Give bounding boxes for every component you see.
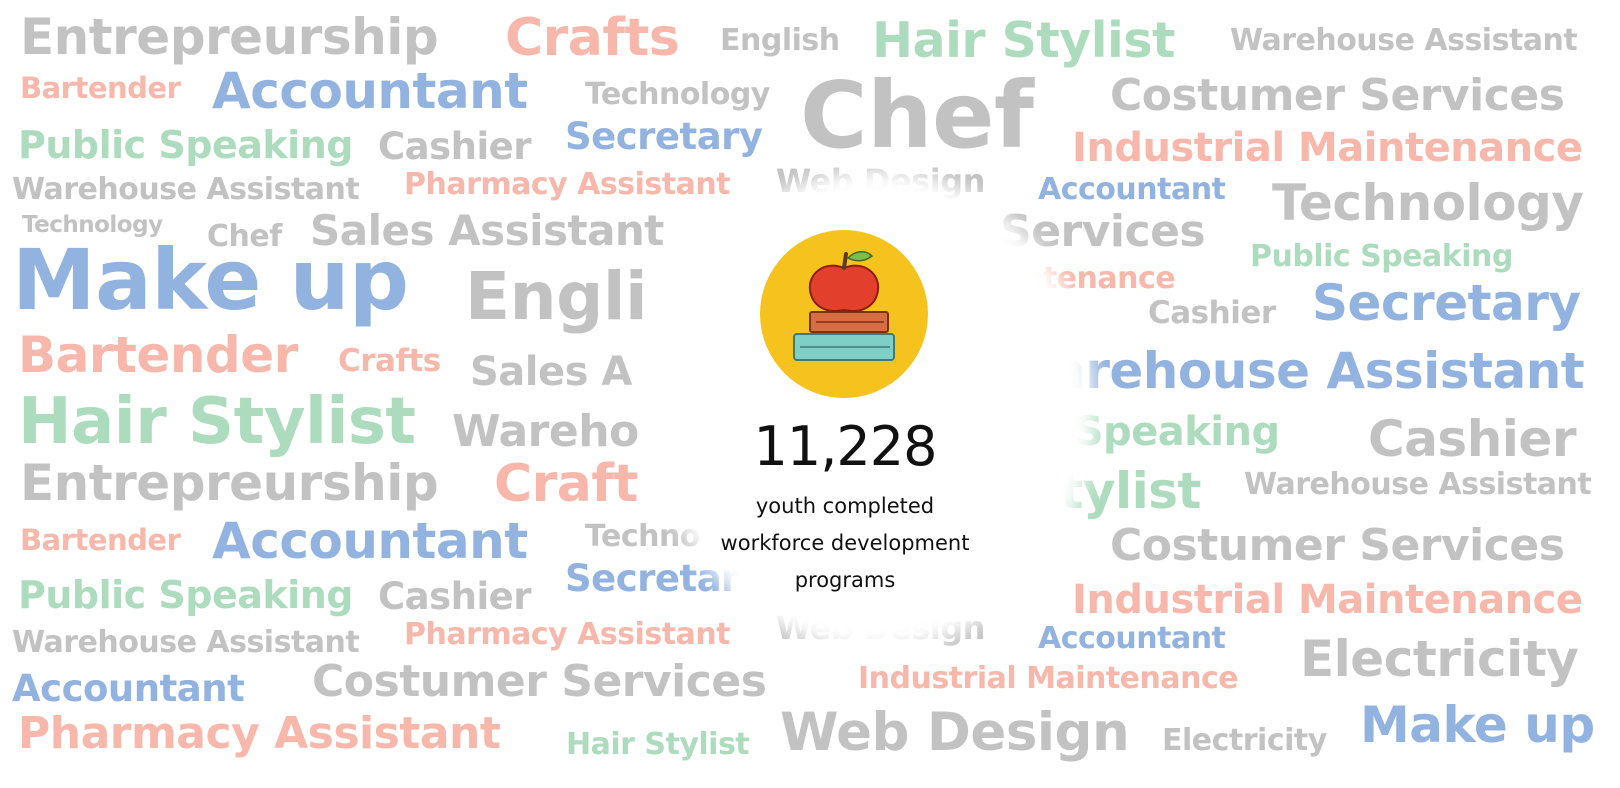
cloud-word: Make up [12, 231, 409, 329]
cloud-word: Accountant [1038, 172, 1226, 207]
cloud-word: Warehouse Assistant [1244, 467, 1592, 502]
cloud-word: Hair Stylist [18, 385, 416, 459]
cloud-word: Industrial Maintenance [1072, 125, 1583, 171]
cloud-word: Chef [800, 62, 1034, 169]
cloud-word: c Speaking [1038, 409, 1280, 455]
cloud-word: Cashier [1368, 410, 1577, 468]
cloud-word: Cashier [378, 575, 532, 618]
cloud-word: Pharmacy Assistant [404, 617, 731, 652]
cloud-word: Warehouse Assistant [1230, 23, 1578, 58]
cloud-word: Costumer Services [312, 656, 767, 707]
cloud-word: Bartender [20, 71, 181, 105]
cloud-word: English [720, 23, 840, 58]
cloud-word: Web Design [776, 162, 985, 200]
stat-caption-line: programs [794, 568, 896, 592]
stat-number: 11,228 [753, 415, 938, 478]
cloud-word: Electricity [1162, 723, 1327, 758]
cloud-word: Costumer Services [1110, 70, 1565, 121]
cloud-word: Crafts [338, 343, 441, 379]
cloud-word: Secretary [565, 115, 763, 158]
cloud-word: Industrial Maintenance [858, 661, 1239, 696]
cloud-word: Entrepreurship [20, 8, 439, 66]
cloud-word: Public Speaking [18, 123, 353, 167]
cloud-word: Public Speaking [1250, 239, 1513, 274]
cloud-word: Pharmacy Assistant [18, 708, 501, 759]
cloud-word: Entrepreurship [20, 454, 439, 512]
cloud-word: Accountant [1038, 621, 1226, 656]
cloud-word: Hair Stylist [566, 727, 750, 762]
cloud-word: Cashier [1148, 295, 1276, 331]
cloud-word: Warehouse Assistant [12, 625, 360, 660]
cloud-word: Accountant [212, 62, 528, 120]
cloud-word: Bartender [18, 326, 298, 384]
cloud-word: Cashier [378, 125, 532, 168]
stat-caption: youth completed workforce development pr… [675, 488, 1015, 599]
cloud-word: Crafts [505, 8, 680, 68]
cloud-word: Engli [465, 258, 648, 335]
cloud-word: arehouse Assistant [1052, 342, 1585, 400]
cloud-word: Pharmacy Assistant [404, 167, 731, 202]
cloud-word: Services [1000, 206, 1206, 257]
cloud-word: Wareho [452, 406, 639, 457]
apple-on-books-icon [760, 230, 928, 398]
cloud-word: Public Speaking [18, 573, 353, 617]
cloud-word: Secretary [1312, 274, 1581, 332]
cloud-word: Electricity [1300, 630, 1579, 688]
cloud-word: Warehouse Assistant [12, 172, 360, 207]
cloud-word: Technology [585, 77, 770, 112]
cloud-word: Accountant [12, 667, 245, 710]
cloud-word: Technology [1272, 174, 1584, 232]
cloud-word: Craft [494, 454, 638, 514]
stat-caption-line: workforce development [720, 531, 970, 555]
cloud-word: Industrial Maintenance [1072, 577, 1583, 623]
cloud-word: Sales A [470, 349, 632, 395]
cloud-word: Accountant [212, 512, 528, 570]
cloud-word: Make up [1360, 696, 1595, 754]
cloud-word: Hair Stylist [872, 12, 1175, 69]
cloud-word: Costumer Services [1110, 520, 1565, 571]
cloud-word: Bartender [20, 523, 181, 557]
cloud-word: Web Design [780, 702, 1130, 763]
stat-caption-line: youth completed [755, 494, 935, 518]
cloud-word: ntenance [1022, 261, 1176, 296]
